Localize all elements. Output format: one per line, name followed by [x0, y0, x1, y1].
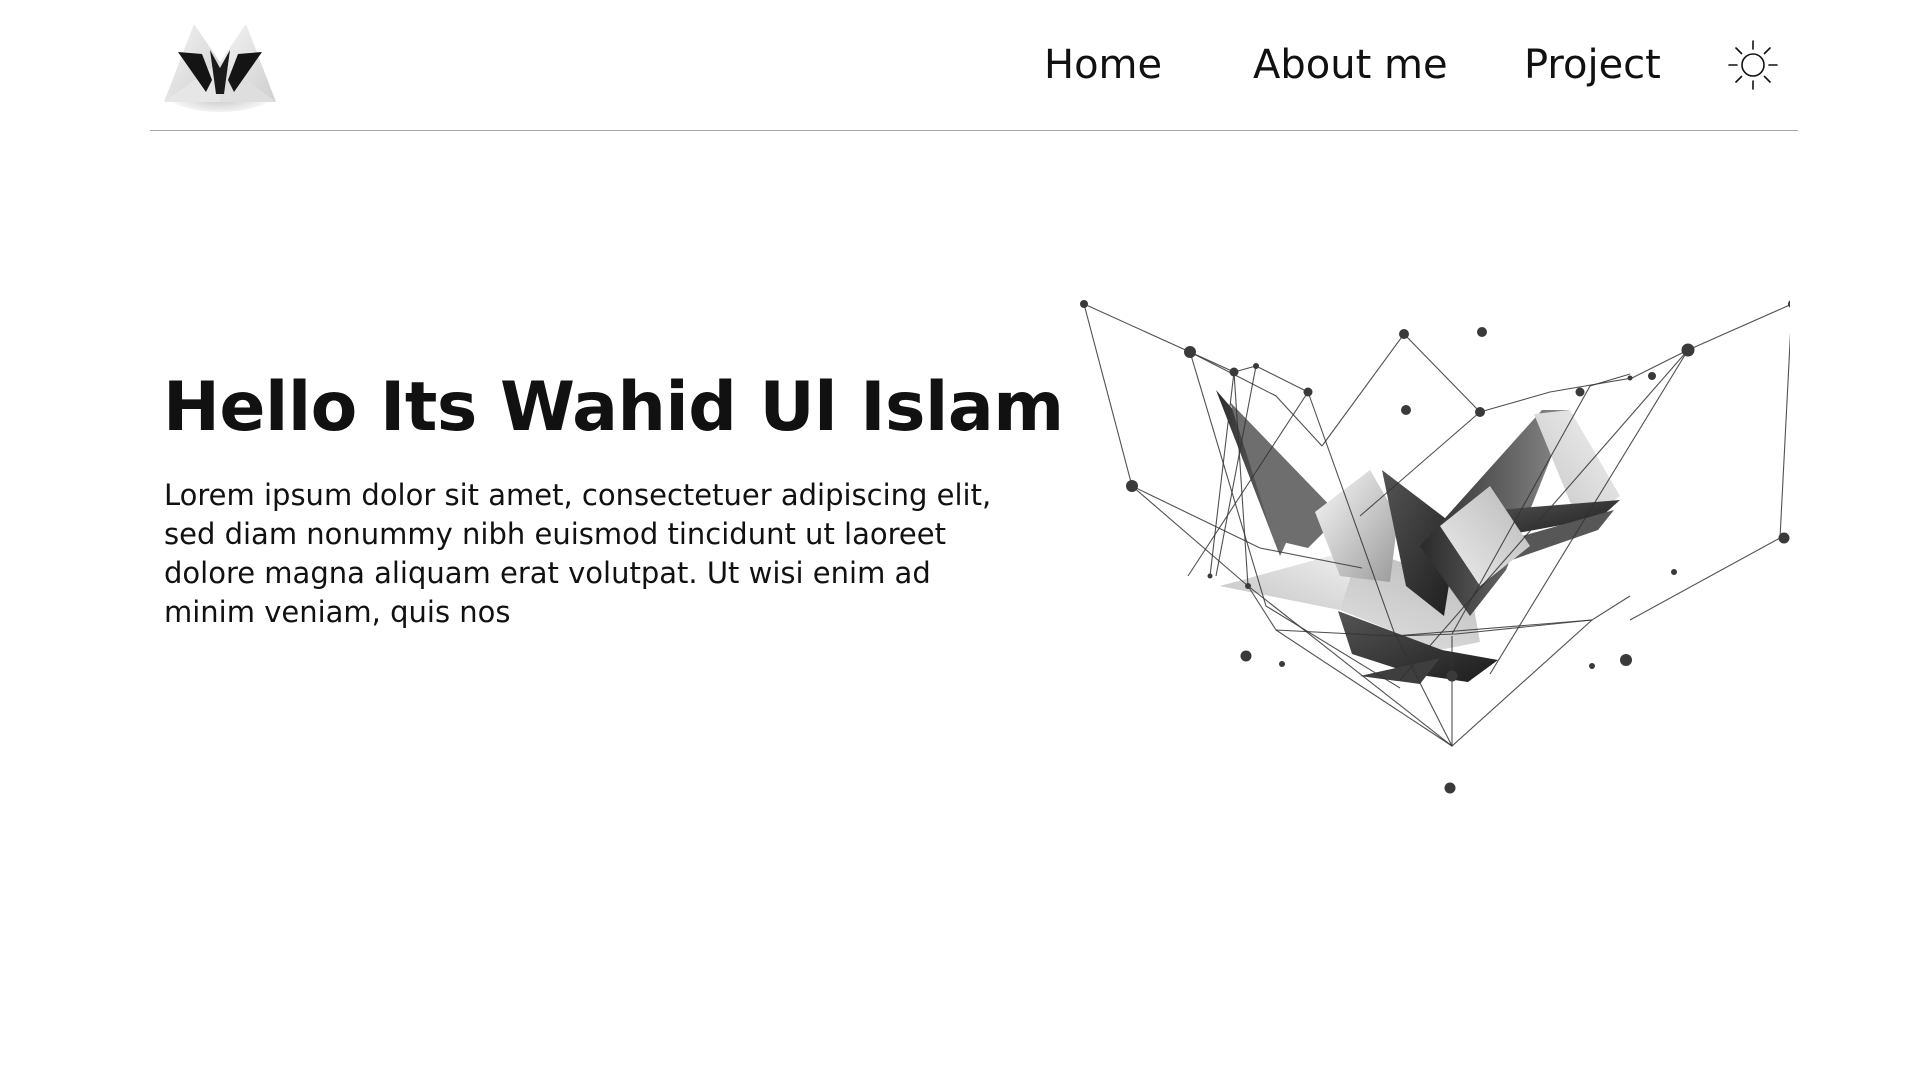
hero-title-name: Wahid Ul Islam — [500, 368, 1064, 447]
nav-project[interactable]: Project — [1524, 38, 1661, 92]
hero-description: Lorem ipsum dolor sit amet, consectetuer… — [164, 478, 992, 629]
wu-monogram-logo-icon — [164, 24, 276, 112]
nav-about-me[interactable]: About me — [1253, 38, 1448, 92]
site-header: Home About me Project — [150, 0, 1798, 131]
nav-home[interactable]: Home — [1044, 38, 1162, 92]
sun-icon — [1728, 40, 1778, 90]
hero-title: Hello Its Wahid Ul Islam — [163, 364, 1064, 452]
hero-title-prefix: Hello Its — [163, 368, 477, 447]
hero-illustration — [1060, 286, 1790, 806]
origami-crane-network-illustration-icon — [1080, 300, 1790, 794]
page: Home About me Project Hello Its Wahid Ul… — [0, 0, 1920, 1080]
logo[interactable] — [158, 18, 282, 114]
theme-toggle-button[interactable] — [1726, 38, 1780, 92]
